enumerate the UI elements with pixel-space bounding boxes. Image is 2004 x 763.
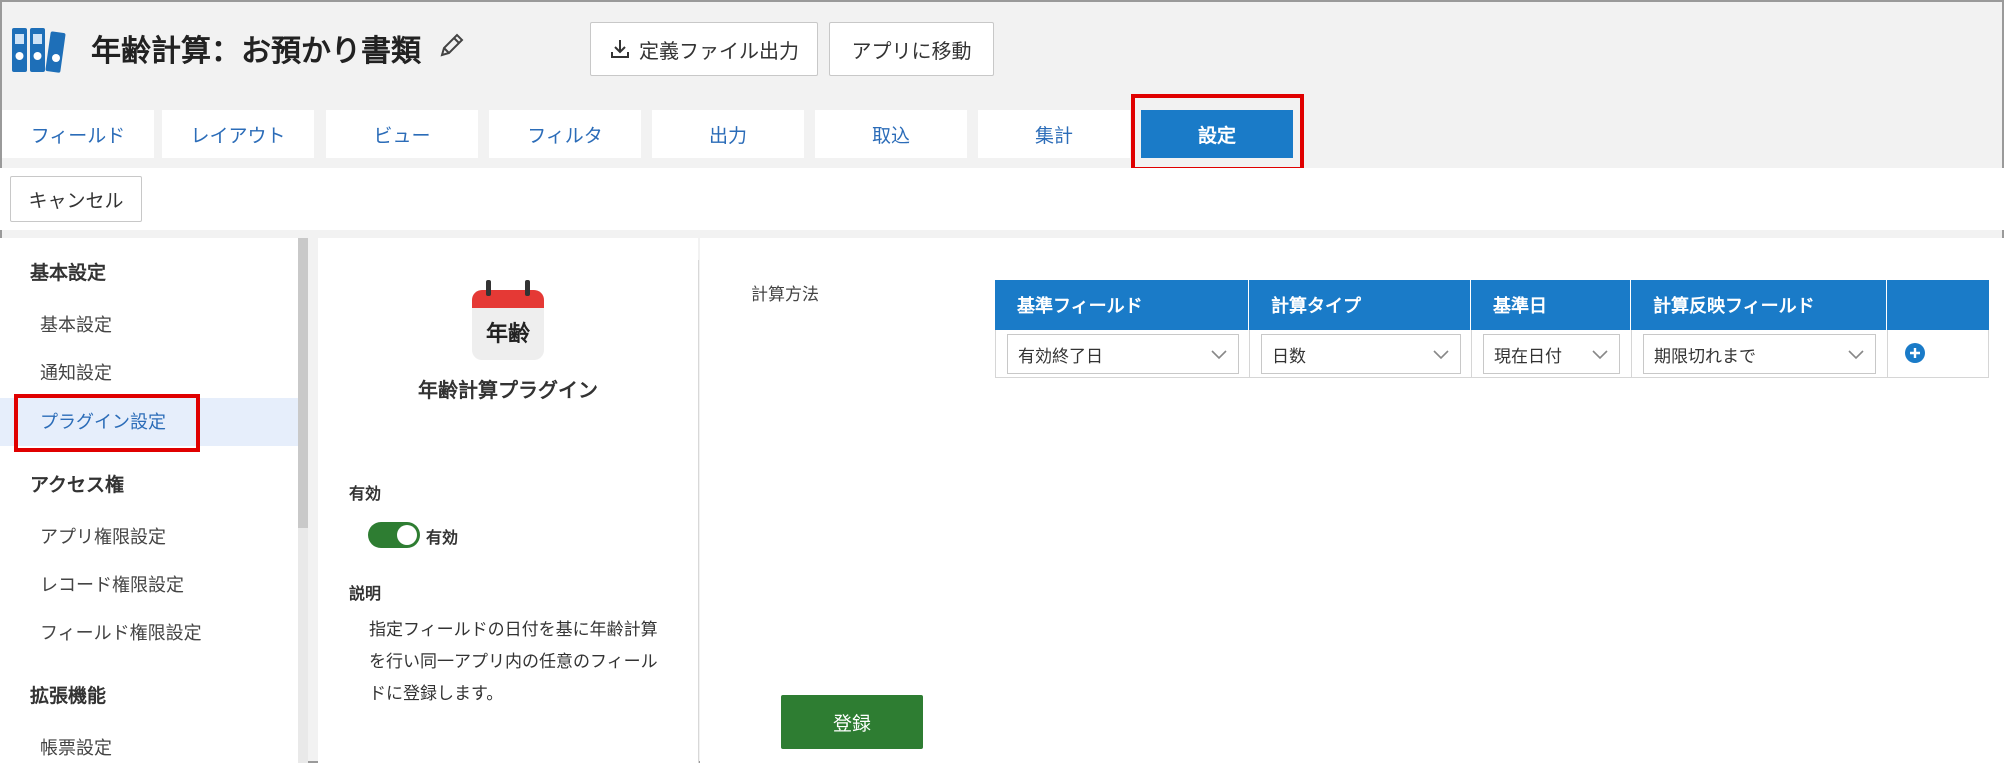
settings-sidebar: 基本設定 基本設定 通知設定 プラグイン設定 アクセス権 アプリ権限設定 レコー… <box>0 238 298 763</box>
move-to-app-button[interactable]: アプリに移動 <box>829 22 994 76</box>
tab-field[interactable]: フィールド <box>2 110 154 158</box>
sidebar-item-field-permission[interactable]: フィールド権限設定 <box>40 619 202 645</box>
base-date-select[interactable]: 現在日付 <box>1483 334 1620 374</box>
sidebar-item-plugin-settings[interactable]: プラグイン設定 <box>40 408 166 434</box>
register-button[interactable]: 登録 <box>781 695 923 749</box>
chevron-down-icon <box>1848 350 1864 360</box>
tab-view[interactable]: ビュー <box>326 110 478 158</box>
column-header-base-field: 基準フィールド <box>995 280 1249 330</box>
tab-aggregate[interactable]: 集計 <box>978 110 1130 158</box>
calc-type-select[interactable]: 日数 <box>1261 334 1461 374</box>
result-field-value: 期限切れまで <box>1654 346 1756 367</box>
sidebar-scrollbar[interactable] <box>298 238 308 528</box>
column-header-result-field: 計算反映フィールド <box>1631 280 1887 330</box>
toggle-knob <box>397 525 417 545</box>
cell-separator <box>1887 330 1888 377</box>
result-field-select[interactable]: 期限切れまで <box>1643 334 1876 374</box>
calc-type-value: 日数 <box>1272 346 1306 367</box>
tab-layout[interactable]: レイアウト <box>162 110 314 158</box>
tab-import[interactable]: 取込 <box>815 110 967 158</box>
table-header: 基準フィールド 計算タイプ 基準日 計算反映フィールド <box>995 280 1989 330</box>
cell-separator <box>1249 330 1250 377</box>
sidebar-heading-basic: 基本設定 <box>30 262 107 284</box>
sidebar-heading-access: アクセス権 <box>30 474 125 496</box>
cell-separator <box>1471 330 1472 377</box>
table-row: 有効終了日 日数 現在日付 期限切れまで <box>995 330 1989 378</box>
column-header-actions <box>1887 280 1989 330</box>
plugin-name: 年齢計算プラグイン <box>418 378 598 402</box>
sidebar-item-app-permission[interactable]: アプリ権限設定 <box>40 523 166 549</box>
export-definition-button[interactable]: 定義ファイル出力 <box>590 22 818 76</box>
base-field-select[interactable]: 有効終了日 <box>1007 334 1239 374</box>
calc-method-label: 計算方法 <box>751 285 819 305</box>
app-header: 年齢計算：お預かり書類 定義ファイル出力 アプリに移動 <box>0 0 2004 100</box>
plugin-description: 指定フィールドの日付を基に年齢計算を行い同一アプリ内の任意のフィールドに登録しま… <box>369 620 658 704</box>
sidebar-item-basic-settings[interactable]: 基本設定 <box>40 311 112 337</box>
chevron-down-icon <box>1433 350 1449 360</box>
toolbar: キャンセル <box>0 168 2004 230</box>
sidebar-heading-extension: 拡張機能 <box>30 685 107 707</box>
calendar-icon-text: 年齢 <box>486 321 531 347</box>
column-header-calc-type: 計算タイプ <box>1249 280 1471 330</box>
pencil-icon[interactable] <box>437 30 467 60</box>
base-date-value: 現在日付 <box>1494 346 1562 367</box>
app-title: 年齢計算：お預かり書類 <box>91 34 421 69</box>
binders-icon <box>12 28 66 73</box>
cell-separator <box>1631 330 1632 377</box>
cancel-button[interactable]: キャンセル <box>10 176 142 222</box>
tab-output[interactable]: 出力 <box>652 110 804 158</box>
tab-settings[interactable]: 設定 <box>1141 110 1293 158</box>
download-icon <box>611 40 629 58</box>
add-row-icon[interactable] <box>1904 342 1926 364</box>
enabled-heading: 有効 <box>349 484 382 503</box>
sidebar-item-record-permission[interactable]: レコード権限設定 <box>40 571 184 597</box>
sidebar-item-report-settings[interactable]: 帳票設定 <box>40 734 112 760</box>
panel-divider <box>698 260 699 763</box>
chevron-down-icon <box>1211 350 1227 360</box>
enabled-toggle-label: 有効 <box>426 528 459 547</box>
export-definition-label: 定義ファイル出力 <box>639 38 799 63</box>
calendar-icon: 年齢 <box>472 280 544 360</box>
enabled-toggle[interactable] <box>368 522 420 548</box>
description-heading: 説明 <box>349 584 382 603</box>
tab-filter[interactable]: フィルタ <box>489 110 641 158</box>
sidebar-item-notification[interactable]: 通知設定 <box>40 359 112 385</box>
chevron-down-icon <box>1592 350 1608 360</box>
column-header-base-date: 基準日 <box>1471 280 1631 330</box>
base-field-value: 有効終了日 <box>1018 346 1103 367</box>
